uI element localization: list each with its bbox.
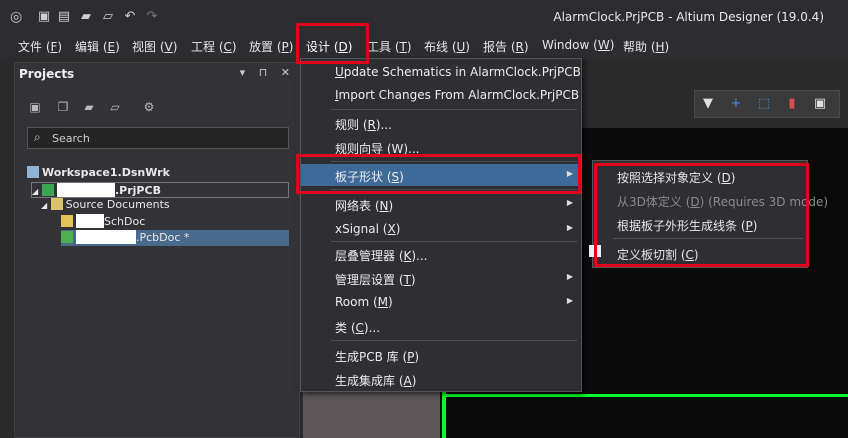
filter-icon[interactable]: ▼ bbox=[699, 95, 717, 113]
panel-controls[interactable]: ▾ ⊓ ✕ bbox=[240, 66, 295, 79]
submenu-arrow-icon: ▶ bbox=[566, 296, 573, 305]
submenu-arrow-icon: ▶ bbox=[566, 272, 573, 281]
collapse-triangle-icon[interactable]: ◢ bbox=[41, 201, 47, 210]
menu-tools[interactable]: 工具 (T) bbox=[367, 38, 412, 55]
save-all-icon[interactable]: ▤ bbox=[56, 9, 72, 25]
redacted-name bbox=[76, 214, 104, 228]
tree-item-workspace[interactable]: Workspace1.DsnWrk bbox=[27, 166, 170, 182]
component-icon[interactable]: ▣ bbox=[811, 95, 829, 113]
menu-window[interactable]: Window (W) bbox=[542, 38, 614, 52]
search-icon: ⌕ bbox=[34, 130, 41, 144]
tree-item-pcbdoc[interactable]: .PcbDoc * bbox=[61, 230, 289, 246]
save-icon[interactable]: ▣ bbox=[36, 9, 52, 25]
highlight-box-board-shape bbox=[296, 154, 581, 194]
open-folder-icon[interactable]: ▰ bbox=[78, 9, 94, 25]
search-input[interactable]: Search bbox=[52, 132, 90, 145]
folder-settings-icon[interactable]: ▱ bbox=[107, 99, 123, 115]
pcb-document-icon bbox=[61, 231, 73, 243]
open-project-icon[interactable]: ▱ bbox=[100, 9, 116, 25]
title-bar: ◎ ▣ ▤ ▰ ▱ ↶ ↷ AlarmClock.PrjPCB - Altium… bbox=[0, 0, 848, 34]
bar-chart-icon[interactable]: ▮ bbox=[783, 95, 801, 113]
crosshair-icon[interactable]: + bbox=[727, 95, 745, 113]
menu-separator bbox=[331, 241, 577, 242]
projects-panel: Projects ▾ ⊓ ✕ ▣ ❐ ▰ ▱ ⚙ ⌕ Search Worksp… bbox=[14, 62, 300, 438]
select-box-icon[interactable]: ⬚ bbox=[755, 95, 773, 113]
menu-item-netlist[interactable]: 网络表 (N) ▶ bbox=[301, 193, 581, 215]
menu-item-make-pcb-library[interactable]: 生成PCB 库 (P) bbox=[301, 344, 581, 366]
menu-edit[interactable]: 编辑 (E) bbox=[75, 38, 120, 55]
menu-view[interactable]: 视图 (V) bbox=[132, 38, 177, 55]
menu-item-xsignal[interactable]: xSignal (X) ▶ bbox=[301, 218, 581, 240]
tree-item-source-documents[interactable]: ◢ Source Documents bbox=[41, 198, 170, 214]
menu-item-room[interactable]: Room (M) ▶ bbox=[301, 291, 581, 313]
menu-item-make-integrated-library[interactable]: 生成集成库 (A) bbox=[301, 368, 581, 390]
redacted-name bbox=[76, 230, 136, 244]
gear-icon[interactable]: ⚙ bbox=[141, 99, 157, 115]
menu-item-rules[interactable]: 规则 (R)... bbox=[301, 112, 581, 134]
window-title: AlarmClock.PrjPCB - Altium Designer (19.… bbox=[553, 10, 824, 24]
menu-bar: 文件 (F) 编辑 (E) 视图 (V) 工程 (C) 放置 (P) 设计 (D… bbox=[0, 34, 848, 58]
panel-title: Projects bbox=[19, 67, 75, 81]
submenu-arrow-icon: ▶ bbox=[566, 223, 573, 232]
save-document-icon[interactable]: ▣ bbox=[27, 99, 43, 115]
menu-help[interactable]: 帮助 (H) bbox=[623, 38, 669, 55]
tree-item-project[interactable]: ◢ .PrjPCB bbox=[31, 182, 289, 198]
board-outline-line bbox=[442, 392, 446, 438]
menu-separator bbox=[331, 109, 577, 110]
open-folder-icon[interactable]: ▰ bbox=[81, 99, 97, 115]
menu-item-update-schematics[interactable]: Update Schematics in AlarmClock.PrjPCB bbox=[301, 61, 581, 83]
undo-icon[interactable]: ↶ bbox=[122, 9, 138, 25]
workspace-icon bbox=[27, 166, 39, 178]
pcb-active-bar: ▼ + ⬚ ▮ ▣ bbox=[694, 90, 840, 118]
highlight-box-board-shape-submenu bbox=[594, 163, 809, 267]
menu-file[interactable]: 文件 (F) bbox=[18, 38, 62, 55]
schematic-document-icon bbox=[61, 215, 73, 227]
copy-documents-icon[interactable]: ❐ bbox=[55, 99, 71, 115]
board-outline-line bbox=[446, 394, 848, 397]
menu-project[interactable]: 工程 (C) bbox=[191, 38, 237, 55]
menu-place[interactable]: 放置 (P) bbox=[249, 38, 293, 55]
redo-icon[interactable]: ↷ bbox=[144, 9, 160, 25]
menu-reports[interactable]: 报告 (R) bbox=[483, 38, 529, 55]
highlight-box-design-menu bbox=[296, 23, 369, 64]
redacted-name bbox=[57, 183, 115, 197]
collapse-triangle-icon[interactable]: ◢ bbox=[32, 187, 38, 196]
folder-icon bbox=[50, 198, 63, 210]
menu-item-layer-stack-manager[interactable]: 层叠管理器 (K)... bbox=[301, 243, 581, 265]
menu-separator bbox=[331, 340, 577, 341]
menu-item-import-changes[interactable]: Import Changes From AlarmClock.PrjPCB bbox=[301, 84, 581, 106]
menu-item-classes[interactable]: 类 (C)... bbox=[301, 315, 581, 337]
design-menu: Update Schematics in AlarmClock.PrjPCB I… bbox=[300, 58, 582, 392]
tree-item-schdoc[interactable]: SchDoc bbox=[61, 214, 145, 230]
pcb-project-icon bbox=[42, 184, 54, 196]
altium-logo-icon[interactable]: ◎ bbox=[10, 9, 26, 25]
menu-item-layer-settings[interactable]: 管理层设置 (T) ▶ bbox=[301, 267, 581, 289]
menu-route[interactable]: 布线 (U) bbox=[424, 38, 470, 55]
search-box[interactable]: ⌕ Search bbox=[27, 127, 289, 149]
submenu-arrow-icon: ▶ bbox=[566, 198, 573, 207]
